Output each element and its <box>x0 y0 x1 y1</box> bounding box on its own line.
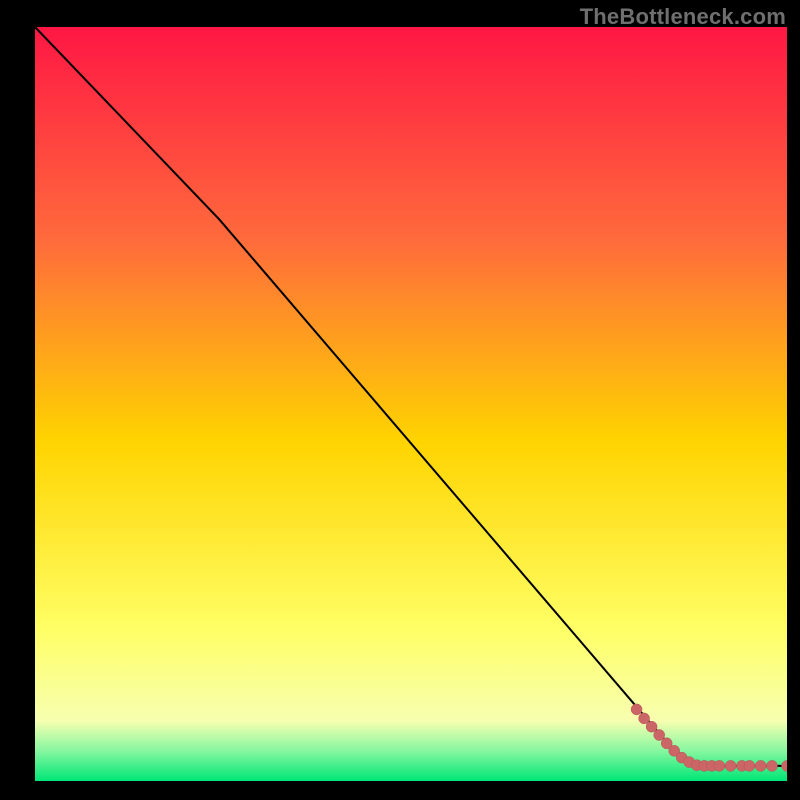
gradient-background <box>35 27 787 781</box>
chart-frame: TheBottleneck.com <box>0 0 800 800</box>
data-point <box>631 704 642 715</box>
chart-svg <box>35 27 787 781</box>
plot-area <box>35 27 787 781</box>
data-point <box>639 713 650 724</box>
data-point <box>714 760 725 771</box>
data-point <box>725 760 736 771</box>
data-point <box>646 721 657 732</box>
data-point <box>767 760 778 771</box>
data-point <box>755 760 766 771</box>
data-point <box>744 760 755 771</box>
data-point <box>654 730 665 741</box>
watermark-label: TheBottleneck.com <box>580 4 786 30</box>
